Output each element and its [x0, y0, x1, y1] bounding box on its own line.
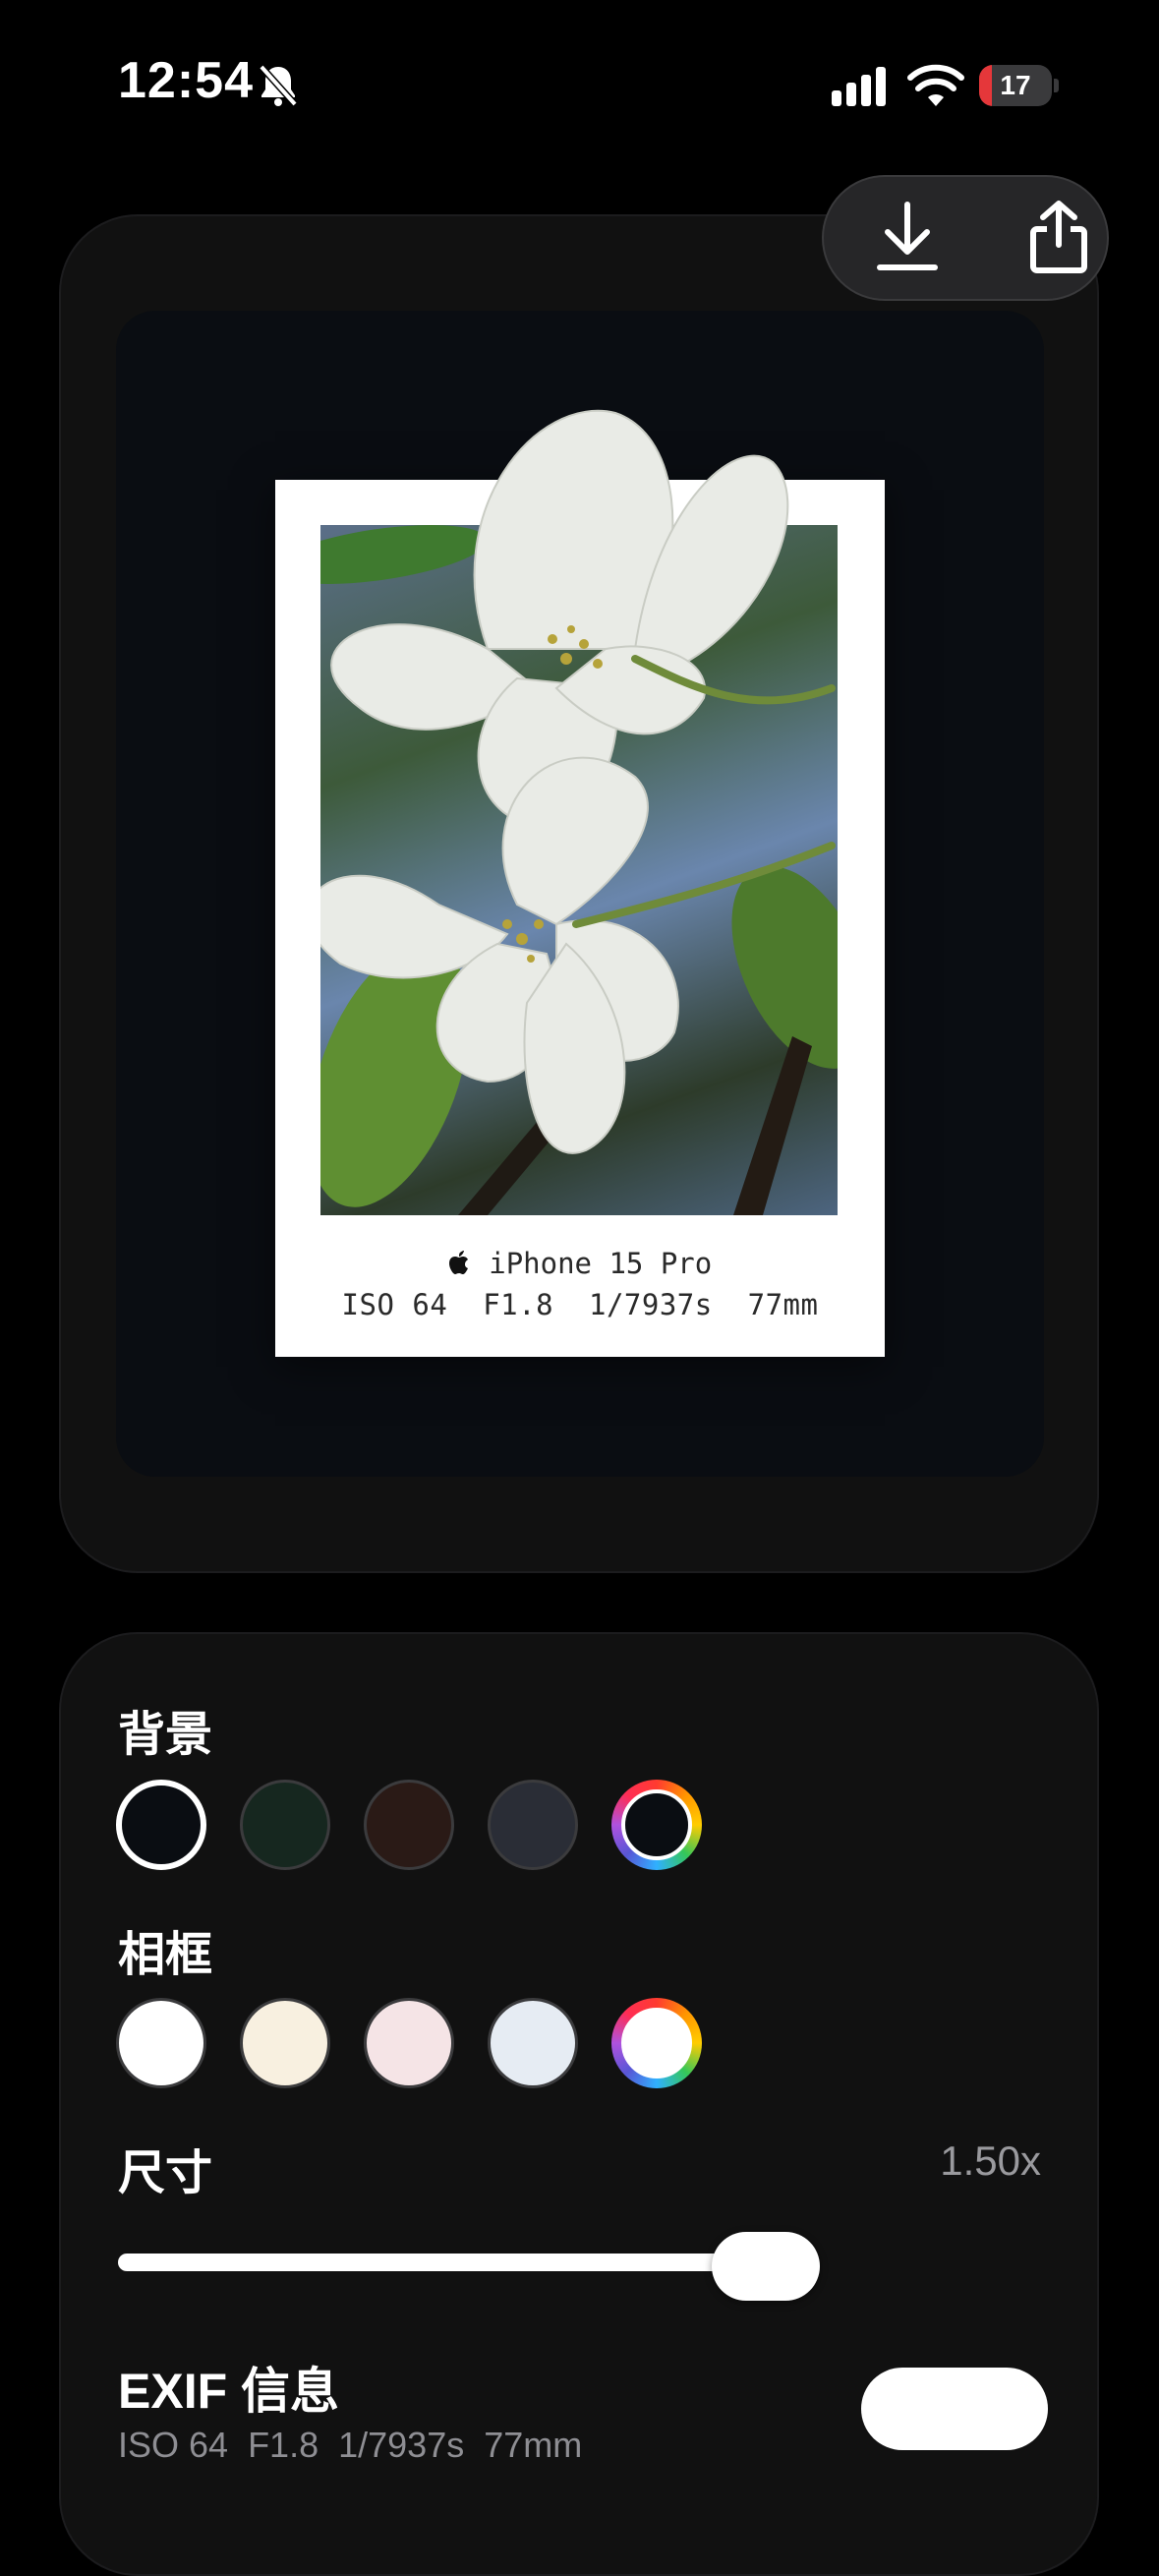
download-button[interactable]: [863, 195, 952, 283]
frame-swatch-2[interactable]: [240, 1998, 330, 2088]
background-swatch-4[interactable]: [488, 1780, 578, 1870]
status-time: 12:54: [118, 52, 254, 109]
flower-image: [307, 393, 871, 1215]
camera-model: iPhone 15 Pro: [489, 1247, 713, 1280]
background-swatch-3[interactable]: [364, 1780, 454, 1870]
background-swatch-2[interactable]: [240, 1780, 330, 1870]
action-toolbar: [822, 175, 1109, 301]
cellular-signal-icon: [830, 65, 893, 108]
exif-detail: ISO 64 F1.8 1/7937s 77mm: [118, 2425, 583, 2465]
size-value: 1.50x: [940, 2137, 1041, 2184]
exif-caption: ISO 64 F1.8 1/7937s 77mm: [341, 1288, 819, 1321]
exif-toggle[interactable]: [861, 2368, 1048, 2450]
background-custom-preview: [621, 1789, 692, 1860]
frame-swatch-4[interactable]: [488, 1998, 578, 2088]
exif-section-title: EXIF 信息: [118, 2364, 340, 2419]
size-slider-thumb[interactable]: [712, 2232, 820, 2301]
frame-section-label: 相框: [118, 1929, 213, 1981]
frame-swatch-3[interactable]: [364, 1998, 454, 2088]
share-button[interactable]: [1014, 195, 1103, 283]
apple-logo-icon: [448, 1247, 489, 1280]
bell-slash-icon: [254, 61, 303, 110]
size-section-label: 尺寸: [118, 2147, 213, 2199]
wifi-icon: [906, 63, 965, 110]
frame-custom-color-button[interactable]: [611, 1998, 702, 2088]
background-swatch-1[interactable]: [116, 1780, 206, 1870]
background-custom-color-button[interactable]: [611, 1780, 702, 1870]
download-icon: [876, 201, 939, 278]
share-icon: [1027, 200, 1090, 279]
background-section-label: 背景: [118, 1709, 213, 1761]
camera-model-caption: iPhone 15 Pro: [275, 1247, 885, 1280]
battery-level: 17: [1000, 70, 1031, 100]
frame-swatch-1[interactable]: [116, 1998, 206, 2088]
battery-indicator: 17: [979, 65, 1060, 106]
frame-custom-preview: [621, 2008, 692, 2078]
